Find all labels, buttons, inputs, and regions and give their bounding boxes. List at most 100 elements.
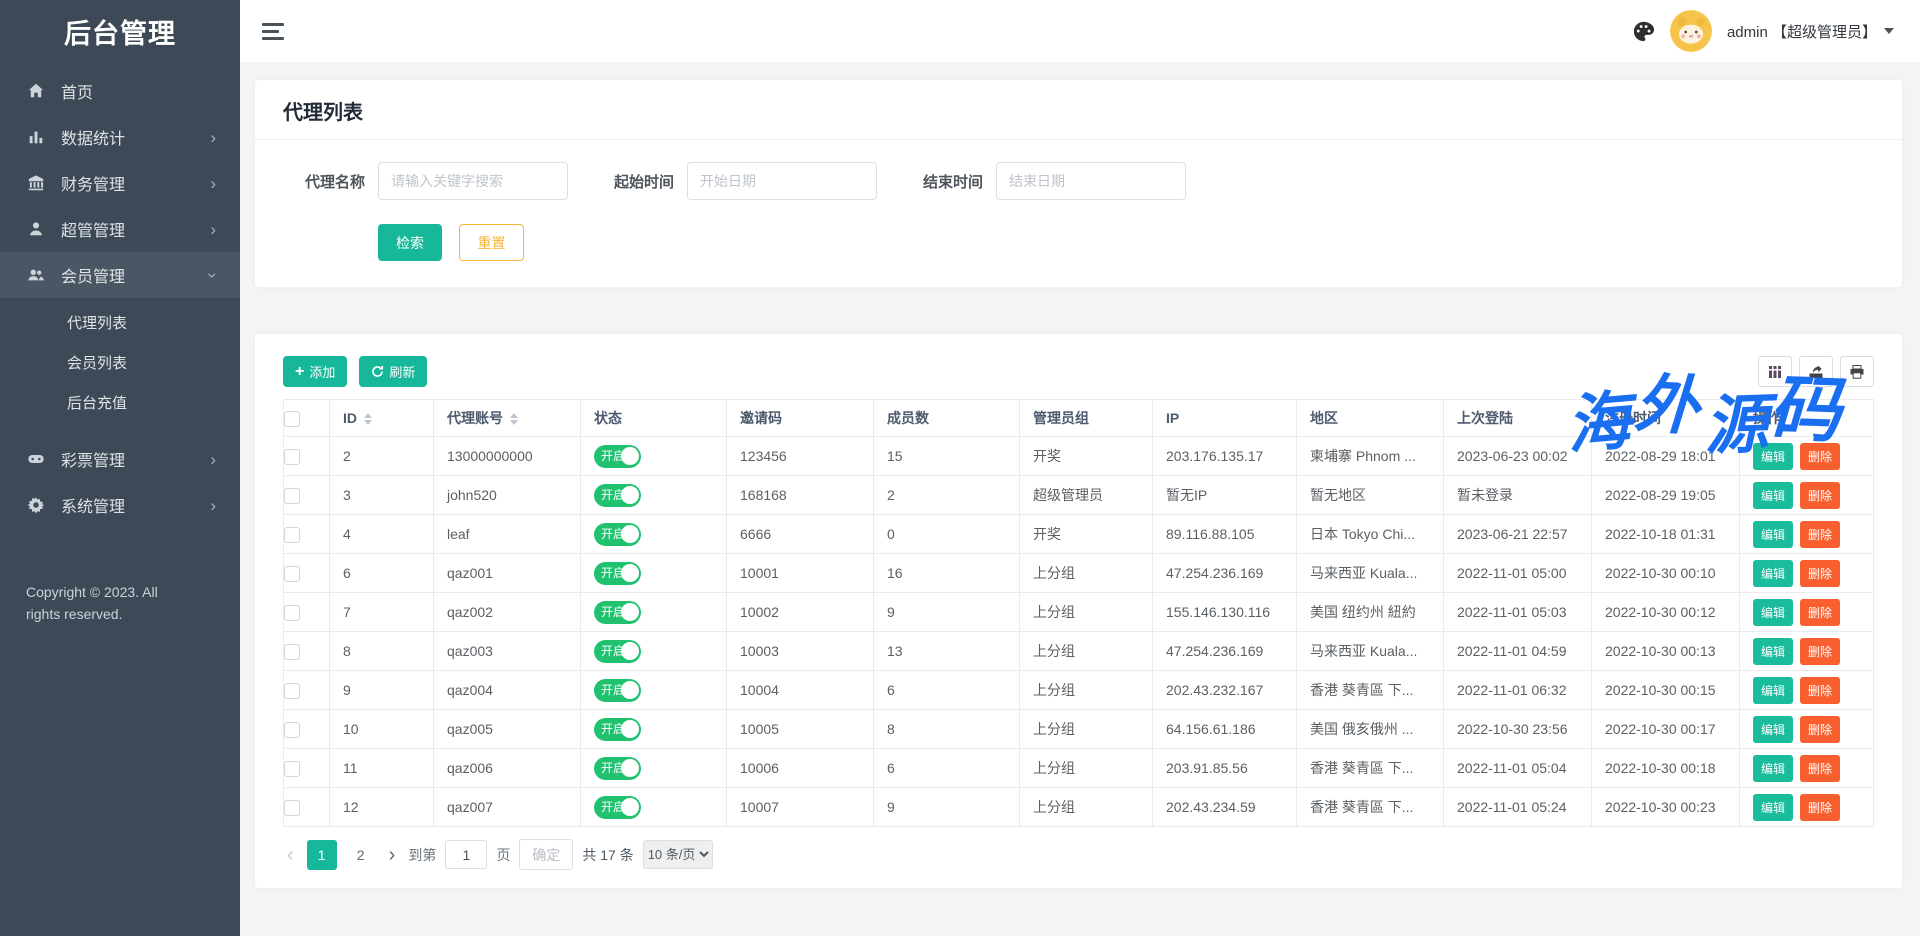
print-button[interactable]: [1840, 356, 1874, 387]
sidebar-item-lottery[interactable]: 彩票管理›: [0, 436, 240, 482]
sidebar-subitem-member-list[interactable]: 会员列表: [0, 344, 240, 384]
page-title: 代理列表: [255, 80, 1902, 139]
status-toggle[interactable]: 开启: [594, 679, 641, 702]
edit-button[interactable]: 编辑: [1753, 521, 1793, 548]
edit-button[interactable]: 编辑: [1753, 599, 1793, 626]
total-count: 共 17 条: [582, 845, 633, 865]
cell-admin-group: 上分组: [1020, 593, 1153, 632]
edit-button[interactable]: 编辑: [1753, 638, 1793, 665]
cell-actions: 编辑删除: [1740, 710, 1874, 749]
export-button[interactable]: [1799, 356, 1833, 387]
cell-account: qaz002: [434, 593, 581, 632]
delete-button[interactable]: 删除: [1800, 443, 1840, 470]
refresh-button[interactable]: 刷新: [359, 356, 427, 387]
status-toggle[interactable]: 开启: [594, 523, 641, 546]
row-checkbox[interactable]: [284, 605, 300, 621]
row-checkbox[interactable]: [284, 800, 300, 816]
delete-button[interactable]: 删除: [1800, 716, 1840, 743]
edit-button[interactable]: 编辑: [1753, 677, 1793, 704]
sort-arrows-icon[interactable]: [364, 413, 372, 425]
select-all-checkbox[interactable]: [284, 411, 300, 427]
cell-region: 马来西亚 Kuala...: [1297, 554, 1444, 593]
cell-status: 开启: [581, 671, 727, 710]
row-checkbox[interactable]: [284, 488, 300, 504]
edit-button[interactable]: 编辑: [1753, 560, 1793, 587]
edit-button[interactable]: 编辑: [1753, 755, 1793, 782]
delete-button[interactable]: 删除: [1800, 677, 1840, 704]
delete-button[interactable]: 删除: [1800, 599, 1840, 626]
sidebar-item-admin[interactable]: 超管管理›: [0, 206, 240, 252]
sidebar-item-label: 彩票管理: [61, 447, 210, 471]
table-row: 6qaz001开启1000116上分组47.254.236.169马来西亚 Ku…: [284, 554, 1874, 593]
delete-button[interactable]: 删除: [1800, 638, 1840, 665]
sidebar-item-system[interactable]: 系统管理›: [0, 482, 240, 528]
delete-button[interactable]: 删除: [1800, 755, 1840, 782]
cell-members: 6: [874, 749, 1020, 788]
status-toggle[interactable]: 开启: [594, 484, 641, 507]
col-account[interactable]: 代理账号: [434, 400, 581, 437]
page-2-button[interactable]: 2: [346, 840, 376, 870]
status-toggle[interactable]: 开启: [594, 601, 641, 624]
avatar[interactable]: [1670, 10, 1712, 52]
row-checkbox-cell: [284, 437, 330, 476]
row-checkbox[interactable]: [284, 644, 300, 660]
sidebar-item-home[interactable]: 首页: [0, 68, 240, 114]
delete-button[interactable]: 删除: [1800, 521, 1840, 548]
delete-button[interactable]: 删除: [1800, 482, 1840, 509]
edit-button[interactable]: 编辑: [1753, 716, 1793, 743]
cell-reg-time: 2022-10-30 00:12: [1592, 593, 1740, 632]
sidebar-item-members[interactable]: 会员管理›: [0, 252, 240, 298]
status-toggle[interactable]: 开启: [594, 718, 641, 741]
page-1-button[interactable]: 1: [307, 840, 337, 870]
sidebar-item-finance[interactable]: 财务管理›: [0, 160, 240, 206]
user-dropdown[interactable]: admin 【超级管理员】: [1727, 21, 1894, 42]
row-checkbox[interactable]: [284, 449, 300, 465]
search-button[interactable]: 检索: [378, 224, 442, 261]
columns-toggle-button[interactable]: [1758, 356, 1792, 387]
status-toggle[interactable]: 开启: [594, 640, 641, 663]
jump-page-input[interactable]: [445, 840, 487, 869]
sidebar-item-stats[interactable]: 数据统计›: [0, 114, 240, 160]
agent-name-input[interactable]: [378, 162, 568, 200]
end-date-input[interactable]: [996, 162, 1186, 200]
status-toggle-label: 开启: [601, 449, 625, 463]
delete-button[interactable]: 删除: [1800, 560, 1840, 587]
cell-actions: 编辑删除: [1740, 515, 1874, 554]
cell-status: 开启: [581, 554, 727, 593]
confirm-button[interactable]: 确定: [519, 839, 573, 870]
prev-page-button[interactable]: ‹: [283, 845, 298, 865]
cell-status: 开启: [581, 515, 727, 554]
row-checkbox[interactable]: [284, 683, 300, 699]
chevron-right-icon: ›: [210, 451, 216, 468]
row-checkbox[interactable]: [284, 566, 300, 582]
page-size-select[interactable]: 10 条/页: [643, 840, 713, 869]
status-toggle[interactable]: 开启: [594, 562, 641, 585]
col-id[interactable]: ID: [330, 400, 434, 437]
cell-region: 美国 纽约州 紐約: [1297, 593, 1444, 632]
edit-button[interactable]: 编辑: [1753, 794, 1793, 821]
delete-button[interactable]: 删除: [1800, 794, 1840, 821]
start-date-input[interactable]: [687, 162, 877, 200]
row-checkbox[interactable]: [284, 722, 300, 738]
username-text: admin 【超级管理员】: [1727, 21, 1877, 42]
edit-button[interactable]: 编辑: [1753, 482, 1793, 509]
row-checkbox[interactable]: [284, 761, 300, 777]
cell-last-login: 2023-06-23 00:02: [1444, 437, 1592, 476]
reset-button[interactable]: 重置: [459, 224, 524, 261]
hamburger-menu-icon[interactable]: [262, 23, 284, 40]
status-toggle[interactable]: 开启: [594, 445, 641, 468]
add-button[interactable]: + 添加: [283, 356, 347, 387]
row-checkbox[interactable]: [284, 527, 300, 543]
status-toggle[interactable]: 开启: [594, 796, 641, 819]
start-time-label: 起始时间: [614, 171, 674, 192]
sidebar-subitem-backend-recharge[interactable]: 后台充值: [0, 384, 240, 424]
pagination: ‹ 1 2 › 到第 页 确定 共 17 条 10 条/页: [283, 839, 1874, 870]
status-toggle[interactable]: 开启: [594, 757, 641, 780]
theme-palette-icon[interactable]: [1632, 20, 1655, 43]
sort-arrows-icon[interactable]: [510, 413, 518, 425]
status-toggle-label: 开启: [601, 527, 625, 541]
gear-icon: [26, 495, 46, 515]
next-page-button[interactable]: ›: [385, 845, 400, 865]
sidebar-subitem-agent-list[interactable]: 代理列表: [0, 304, 240, 344]
edit-button[interactable]: 编辑: [1753, 443, 1793, 470]
